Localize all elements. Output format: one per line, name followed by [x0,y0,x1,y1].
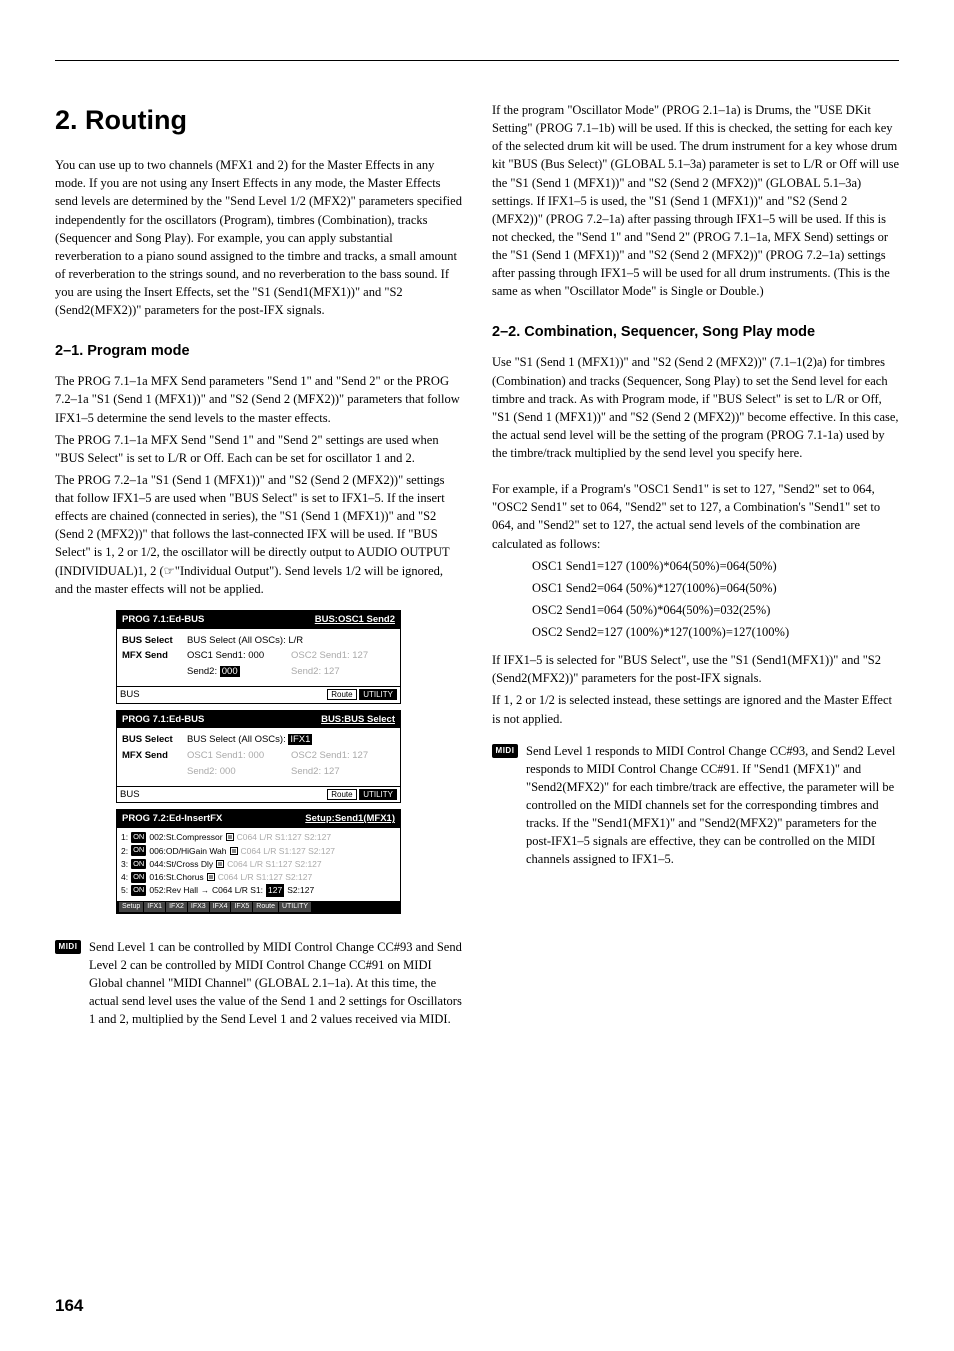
lcd1-bus-select-label: BUS Select [122,634,187,648]
midi-left-text: Send Level 1 can be controlled by MIDI C… [89,938,462,1029]
calc-line-3: OSC2 Send1=064 (50%)*064(50%)=032(25%) [532,601,899,619]
page-number: 164 [55,1296,83,1316]
midi-icon: MIDI [55,940,81,954]
arrow-right-icon: → [201,885,209,897]
lcd1-bus-select-val: BUS Select (All OSCs): L/R [187,634,303,648]
lcd1-send2-val: 000 [220,666,240,677]
lcd2-title-right: BUS:BUS Select [321,714,395,725]
lcd3-title-right: Setup:Send1(MFX1) [305,813,395,824]
sec22-p4: If 1, 2 or 1/2 is selected instead, thes… [492,691,899,727]
lcd3-tab-utility: UTILITY [279,902,311,912]
lcd3-r2b: C064 L/R S1:127 S2:127 [241,845,336,857]
lcd3-r3b: C064 L/R S1:127 S2:127 [227,858,322,870]
lcd-screenshots: PROG 7.1:Ed-BUS BUS:OSC1 Send2 BUS Selec… [55,610,462,920]
lcd1-mfx-label: MFX Send [122,649,187,663]
lcd2-title-left: PROG 7.1:Ed-BUS [122,713,204,727]
lcd3-r1b: C064 L/R S1:127 S2:127 [237,831,332,843]
checkbox-icon [230,847,238,855]
lcd3-tab-setup: Setup [119,902,143,912]
lcd2-send2-right: Send2: 127 [291,765,395,779]
lcd2-bus-select-label: BUS Select [122,733,187,747]
checkbox-icon [226,833,234,841]
midi-note-right: MIDI Send Level 1 responds to MIDI Contr… [492,742,899,869]
lcd3-r5hl: 127 [266,884,284,896]
lcd3-tab-ifx3: IFX3 [188,902,209,912]
sec21-p3: The PROG 7.2–1a "S1 (Send 1 (MFX1))" and… [55,471,462,598]
lcd3-r5a: 052:Rev Hall [149,884,198,896]
sec22-p1: Use "S1 (Send 1 (MFX1))" and "S2 (Send 2… [492,353,899,462]
lcd3-tabstrip: Setup IFX1 IFX2 IFX3 IFX4 IFX5 Route UTI… [117,901,400,913]
calc-line-4: OSC2 Send2=127 (100%)*127(100%)=127(100%… [532,623,899,641]
lcd2-send2: Send2: 000 [187,765,291,779]
lcd3-tab-ifx2: IFX2 [166,902,187,912]
intro-paragraph: You can use up to two channels (MFX1 and… [55,156,462,319]
lcd2-route-tab: Route [327,789,356,800]
section-2-1-title: 2–1. Program mode [55,341,462,362]
checkbox-icon [216,860,224,868]
lcd2-osc2send1: OSC2 Send1: 127 [291,749,395,763]
section-2-2-title: 2–2. Combination, Sequencer, Song Play m… [492,322,899,343]
lcd3-r1a: 002:St.Compressor [149,831,222,843]
lcd-panel-2: PROG 7.1:Ed-BUS BUS:BUS Select BUS Selec… [116,710,401,804]
right-column: If the program "Oscillator Mode" (PROG 2… [492,101,899,1029]
lcd3-r3a: 044:St/Cross Dly [149,858,213,870]
lcd2-utility-tab: UTILITY [359,789,397,800]
calc-line-1: OSC1 Send1=127 (100%)*064(50%)=064(50%) [532,557,899,575]
sec22-p3: If IFX1–5 is selected for "BUS Select", … [492,651,899,687]
lcd3-tab-ifx1: IFX1 [144,902,165,912]
lcd3-title-left: PROG 7.2:Ed-InsertFX [122,812,222,826]
calc-line-2: OSC1 Send2=064 (50%)*127(100%)=064(50%) [532,579,899,597]
right-top-paragraph: If the program "Oscillator Mode" (PROG 2… [492,101,899,300]
lcd3-tab-ifx4: IFX4 [210,902,231,912]
lcd-panel-3: PROG 7.2:Ed-InsertFX Setup:Send1(MFX1) 1… [116,809,401,913]
lcd3-tab-route: Route [253,902,278,912]
lcd3-tab-ifx5: IFX5 [231,902,252,912]
lcd1-route-tab: Route [327,689,356,700]
midi-icon: MIDI [492,744,518,758]
lcd1-send2-right: Send2: 127 [291,665,395,679]
top-rule [55,60,899,61]
lcd3-r5b2: S2:127 [287,884,314,896]
lcd1-osc1send1: OSC1 Send1: 000 [187,649,291,663]
lcd2-bus-select-hl: IFX1 [288,734,312,745]
midi-note-left: MIDI Send Level 1 can be controlled by M… [55,938,462,1029]
sec21-p2: The PROG 7.1–1a MFX Send "Send 1" and "S… [55,431,462,467]
lcd1-title-right: BUS:OSC1 Send2 [315,614,395,625]
lcd-panel-1: PROG 7.1:Ed-BUS BUS:OSC1 Send2 BUS Selec… [116,610,401,704]
checkbox-icon [207,873,215,881]
sec22-p2: For example, if a Program's "OSC1 Send1"… [492,480,899,553]
two-column-content: 2. Routing You can use up to two channel… [55,101,899,1029]
lcd3-r4a: 016:St.Chorus [149,871,203,883]
lcd3-r2a: 006:OD/HiGain Wah [149,845,226,857]
heading-routing: 2. Routing [55,101,462,140]
lcd1-utility-tab: UTILITY [359,689,397,700]
sec21-p1: The PROG 7.1–1a MFX Send parameters "Sen… [55,372,462,426]
lcd1-send2-label: Send2: [187,666,217,677]
lcd3-r4b: C064 L/R S1:127 S2:127 [218,871,313,883]
lcd1-title-left: PROG 7.1:Ed-BUS [122,613,204,627]
lcd2-mfx-label: MFX Send [122,749,187,763]
lcd1-bus-tab: BUS [120,688,140,702]
lcd3-r5b1: C064 L/R S1: [212,884,263,896]
left-column: 2. Routing You can use up to two channel… [55,101,462,1029]
lcd2-bus-tab: BUS [120,788,140,802]
lcd1-osc2send1: OSC2 Send1: 127 [291,649,395,663]
midi-right-text: Send Level 1 responds to MIDI Control Ch… [526,742,899,869]
lcd2-bus-select-val: BUS Select (All OSCs): [187,734,286,745]
lcd2-osc1send1: OSC1 Send1: 000 [187,749,291,763]
